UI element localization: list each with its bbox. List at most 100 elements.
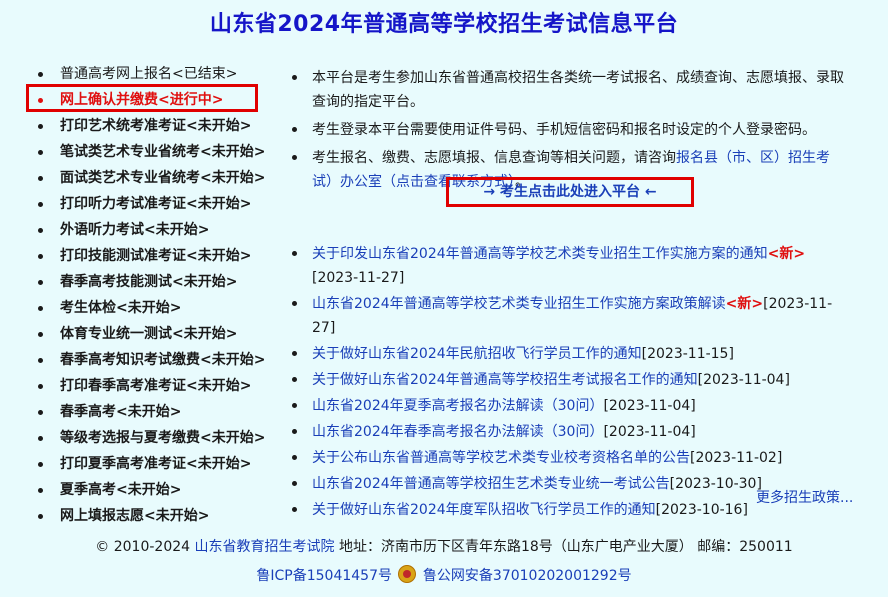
- schedule-item-label: 打印春季高考准考证<未开始>: [60, 378, 252, 394]
- notice-item: 考生登录本平台需要使用证件号码、手机短信密码和报名时设定的个人登录密码。: [290, 118, 850, 142]
- news-date: [2023-11-04]: [697, 372, 790, 388]
- police-badge-icon: [398, 565, 417, 583]
- news-date: [2023-11-27]: [312, 270, 405, 286]
- bullet-icon: [38, 124, 43, 129]
- news-date: [2023-11-04]: [603, 398, 696, 414]
- news-title[interactable]: 关于做好山东省2024年民航招收飞行学员工作的通知: [312, 346, 642, 362]
- bullet-icon: [38, 410, 43, 415]
- bullet-icon: [38, 280, 43, 285]
- notice-item: 本平台是考生参加山东省普通高校招生各类统一考试报名、成绩查询、志愿填报、录取查询…: [290, 66, 850, 114]
- news-date: [2023-11-15]: [641, 346, 734, 362]
- page-title: 山东省2024年普通高等学校招生考试信息平台: [209, 12, 679, 37]
- bullet-icon: [292, 377, 297, 382]
- notice-text: 考生报名、缴费、志愿填报、信息查询等相关问题，请咨询: [312, 150, 676, 166]
- schedule-item[interactable]: 面试类艺术专业省统考<未开始>: [38, 168, 278, 194]
- schedule-item-label: 春季高考知识考试缴费<未开始>: [60, 352, 266, 368]
- schedule-item[interactable]: 网上填报志愿<未开始>: [38, 506, 278, 532]
- schedule-item[interactable]: 等级考选报与夏考缴费<未开始>: [38, 428, 278, 454]
- bullet-icon: [38, 358, 43, 363]
- schedule-item-label: 打印夏季高考准考证<未开始>: [60, 456, 252, 472]
- schedule-item[interactable]: 夏季高考<未开始>: [38, 480, 278, 506]
- news-item[interactable]: 关于做好山东省2024年民航招收飞行学员工作的通知[2023-11-15]: [290, 342, 850, 366]
- schedule-item[interactable]: 笔试类艺术专业省统考<未开始>: [38, 142, 278, 168]
- schedule-item-label: 打印技能测试准考证<未开始>: [60, 248, 252, 264]
- police-record-link[interactable]: 鲁公网安备37010202001292号: [423, 568, 632, 584]
- bullet-icon: [292, 507, 297, 512]
- bullet-icon: [38, 228, 43, 233]
- schedule-item[interactable]: 打印夏季高考准考证<未开始>: [38, 454, 278, 480]
- bullet-icon: [292, 429, 297, 434]
- news-title[interactable]: 山东省2024年普通高等学校招生艺术类专业统一考试公告: [312, 476, 670, 492]
- news-item[interactable]: 山东省2024年普通高等学校艺术类专业招生工作实施方案政策解读<新>[2023-…: [290, 292, 850, 340]
- schedule-item-label: 春季高考技能测试<未开始>: [60, 274, 238, 290]
- schedule-item-label: 体育专业统一测试<未开始>: [60, 326, 238, 342]
- news-title[interactable]: 山东省2024年春季高考报名办法解读（30问）: [312, 424, 603, 440]
- news-title[interactable]: 山东省2024年夏季高考报名办法解读（30问）: [312, 398, 603, 414]
- footer-records: 鲁ICP备15041457号 鲁公网安备37010202001292号: [0, 565, 888, 585]
- enter-platform-button[interactable]: → 考生点击此处进入平台 ←: [446, 177, 694, 207]
- schedule-item-label: 外语听力考试<未开始>: [60, 222, 210, 238]
- schedule-item[interactable]: 考生体检<未开始>: [38, 298, 278, 324]
- bullet-icon: [292, 301, 297, 306]
- bullet-icon: [38, 514, 43, 519]
- bullet-icon: [38, 306, 43, 311]
- new-badge: <新>: [725, 296, 764, 312]
- news-date: [2023-11-02]: [690, 450, 783, 466]
- schedule-item-label: 等级考选报与夏考缴费<未开始>: [60, 430, 266, 446]
- bullet-icon: [38, 150, 43, 155]
- schedule-item[interactable]: 打印技能测试准考证<未开始>: [38, 246, 278, 272]
- schedule-item-label: 普通高考网上报名<已结束>: [60, 66, 238, 82]
- news-date: [2023-10-16]: [655, 502, 748, 518]
- bullet-icon: [292, 403, 297, 408]
- schedule-item[interactable]: 体育专业统一测试<未开始>: [38, 324, 278, 350]
- news-date: [2023-11-04]: [603, 424, 696, 440]
- icp-link[interactable]: 鲁ICP备15041457号: [256, 568, 392, 584]
- news-title[interactable]: 关于做好山东省2024年普通高等学校招生考试报名工作的通知: [312, 372, 698, 388]
- schedule-item-label: 打印艺术统考准考证<未开始>: [60, 118, 252, 134]
- schedule-item[interactable]: 春季高考知识考试缴费<未开始>: [38, 350, 278, 376]
- notice-text: 考生登录本平台需要使用证件号码、手机短信密码和报名时设定的个人登录密码。: [312, 122, 816, 138]
- bullet-icon: [38, 254, 43, 259]
- news-item[interactable]: 关于公布山东省普通高等学校艺术类专业校考资格名单的公告[2023-11-02]: [290, 446, 850, 470]
- schedule-item[interactable]: 春季高考技能测试<未开始>: [38, 272, 278, 298]
- active-step-highlight: [26, 84, 258, 112]
- news-title[interactable]: 关于印发山东省2024年普通高等学校艺术类专业招生工作实施方案的通知: [312, 246, 768, 262]
- news-title[interactable]: 关于公布山东省普通高等学校艺术类专业校考资格名单的公告: [312, 450, 690, 466]
- news-item[interactable]: 山东省2024年春季高考报名办法解读（30问）[2023-11-04]: [290, 420, 850, 444]
- org-link[interactable]: 山东省教育招生考试院: [195, 539, 335, 555]
- bullet-icon: [38, 72, 43, 77]
- news-item[interactable]: 山东省2024年夏季高考报名办法解读（30问）[2023-11-04]: [290, 394, 850, 418]
- schedule-item[interactable]: 打印听力考试准考证<未开始>: [38, 194, 278, 220]
- schedule-item[interactable]: 打印艺术统考准考证<未开始>: [38, 116, 278, 142]
- news-item[interactable]: 关于做好山东省2024年普通高等学校招生考试报名工作的通知[2023-11-04…: [290, 368, 850, 392]
- schedule-item-label: 考生体检<未开始>: [60, 300, 182, 316]
- bullet-icon: [292, 251, 297, 256]
- more-policies-link[interactable]: 更多招生政策...: [756, 487, 853, 507]
- schedule-item[interactable]: 春季高考<未开始>: [38, 402, 278, 428]
- new-badge: <新>: [767, 246, 806, 262]
- bullet-icon: [292, 155, 297, 160]
- bullet-icon: [292, 75, 297, 80]
- news-title[interactable]: 山东省2024年普通高等学校艺术类专业招生工作实施方案政策解读: [312, 296, 726, 312]
- bullet-icon: [292, 481, 297, 486]
- bullet-icon: [292, 455, 297, 460]
- news-list: 关于印发山东省2024年普通高等学校艺术类专业招生工作实施方案的通知<新>[20…: [290, 242, 850, 522]
- schedule-item-label: 面试类艺术专业省统考<未开始>: [60, 170, 266, 186]
- schedule-item-label: 笔试类艺术专业省统考<未开始>: [60, 144, 266, 160]
- copyright: © 2010-2024: [95, 539, 191, 555]
- schedule-item-label: 夏季高考<未开始>: [60, 482, 182, 498]
- news-title[interactable]: 关于做好山东省2024年度军队招收飞行学员工作的通知: [312, 502, 656, 518]
- schedule-item[interactable]: 外语听力考试<未开始>: [38, 220, 278, 246]
- schedule-item-label: 网上填报志愿<未开始>: [60, 508, 210, 524]
- news-item[interactable]: 关于印发山东省2024年普通高等学校艺术类专业招生工作实施方案的通知<新> [20…: [290, 242, 850, 290]
- bullet-icon: [38, 176, 43, 181]
- schedule-list: 普通高考网上报名<已结束> 网上确认并缴费<进行中> 打印艺术统考准考证<未开始> 笔…: [38, 64, 278, 532]
- bullet-icon: [38, 488, 43, 493]
- bullet-icon: [38, 332, 43, 337]
- footer-info: © 2010-2024 山东省教育招生考试院 地址：济南市历下区青年东路18号（…: [0, 536, 888, 556]
- bullet-icon: [38, 384, 43, 389]
- news-date: [2023-10-30]: [669, 476, 762, 492]
- address: 地址：济南市历下区青年东路18号（山东广电产业大厦） 邮编：250011: [338, 539, 793, 555]
- bullet-icon: [38, 462, 43, 467]
- schedule-item[interactable]: 打印春季高考准考证<未开始>: [38, 376, 278, 402]
